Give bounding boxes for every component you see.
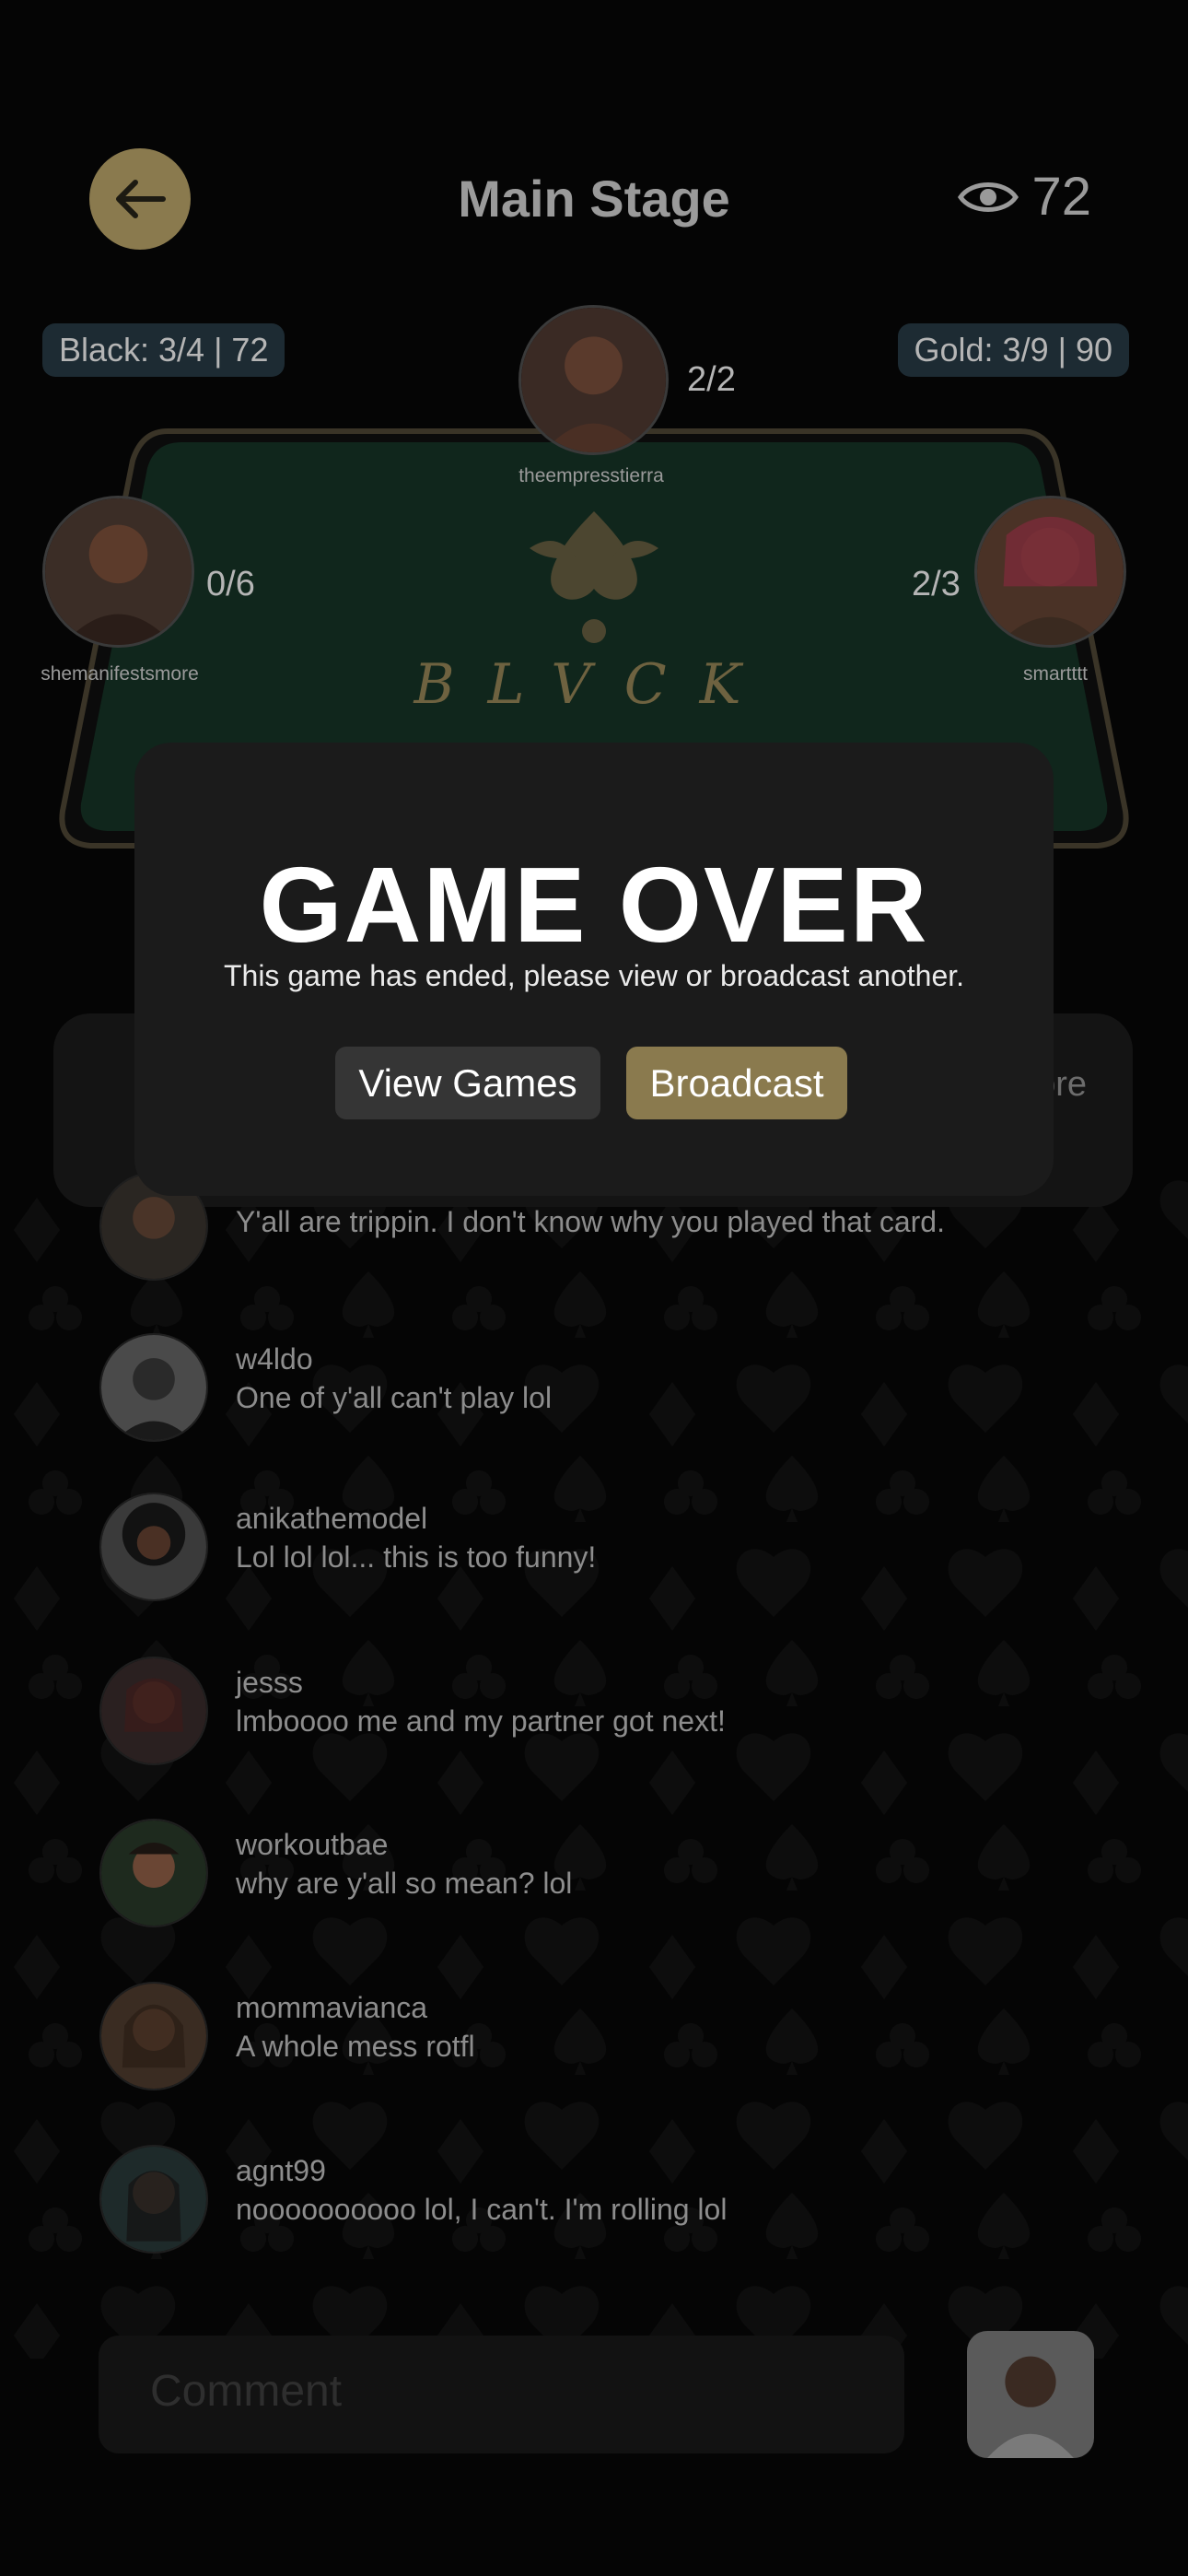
chat-avatar: [99, 1333, 208, 1442]
team-gold-badge: Gold: 3/9 | 90: [897, 323, 1129, 377]
chat-avatar: [99, 1819, 208, 1927]
player-avatar-right[interactable]: [974, 496, 1126, 648]
chat-message: w4ldo One of y'all can't play lol: [99, 1333, 1112, 1444]
chat-message: workoutbae why are y'all so mean? lol: [99, 1819, 1112, 1929]
chat-text: Y'all are trippin. I don't know why you …: [236, 1205, 945, 1238]
viewer-count: 72: [958, 166, 1091, 228]
player-score-right: 2/3: [912, 565, 961, 603]
player-avatar-left[interactable]: [42, 496, 194, 648]
chat-avatar: [99, 2145, 208, 2254]
chat-message: mommavianca A whole mess rotfl: [99, 1982, 1112, 2092]
chat-username: workoutbae: [236, 1828, 389, 1861]
chat-text: Lol lol lol... this is too funny!: [236, 1540, 597, 1574]
chat-message: agnt99 noooooooooo lol, I can't. I'm rol…: [99, 2145, 1112, 2255]
chat-username: w4ldo: [236, 1342, 313, 1376]
chat-text: why are y'all so mean? lol: [236, 1867, 573, 1900]
chat-avatar: [99, 1982, 208, 2090]
viewer-count-value: 72: [1031, 167, 1091, 227]
player-score-left: 0/6: [206, 565, 255, 603]
player-avatar-top[interactable]: [518, 305, 669, 455]
chat-message: jesss lmboooo me and my partner got next…: [99, 1657, 1112, 1767]
chat-avatar: [99, 1657, 208, 1765]
chat-username: anikathemodel: [236, 1502, 428, 1535]
self-avatar[interactable]: [967, 2331, 1094, 2458]
chat-text: lmboooo me and my partner got next!: [236, 1704, 726, 1738]
chat-username: agnt99: [236, 2154, 326, 2187]
player-name-right: smartttt: [1022, 663, 1088, 685]
chat-username: mommavianca: [236, 1991, 428, 2024]
modal-title: GAME OVER: [259, 845, 929, 965]
chat-message: anikathemodel Lol lol lol... this is too…: [99, 1493, 1112, 1603]
team-black-badge: Black: 3/4 | 72: [42, 323, 285, 377]
modal-subtitle: This game has ended, please view or broa…: [223, 959, 965, 992]
eye-icon: [958, 181, 1019, 212]
chat-username: jesss: [236, 1666, 303, 1699]
player-name-top: theempresstierra: [518, 465, 664, 486]
player-score-top: 2/2: [687, 360, 736, 399]
view-games-button[interactable]: View Games: [335, 1047, 600, 1119]
broadcast-button[interactable]: Broadcast: [626, 1047, 847, 1119]
chat-avatar: [99, 1493, 208, 1601]
chat-text: A whole mess rotfl: [236, 2030, 475, 2063]
spade-logo: [530, 511, 658, 643]
player-name-left: shemanifestsmore: [41, 663, 199, 685]
comment-placeholder: Comment: [150, 2367, 343, 2416]
chat-text: noooooooooo lol, I can't. I'm rolling lo…: [236, 2193, 728, 2226]
chat-text: One of y'all can't play lol: [236, 1381, 553, 1414]
